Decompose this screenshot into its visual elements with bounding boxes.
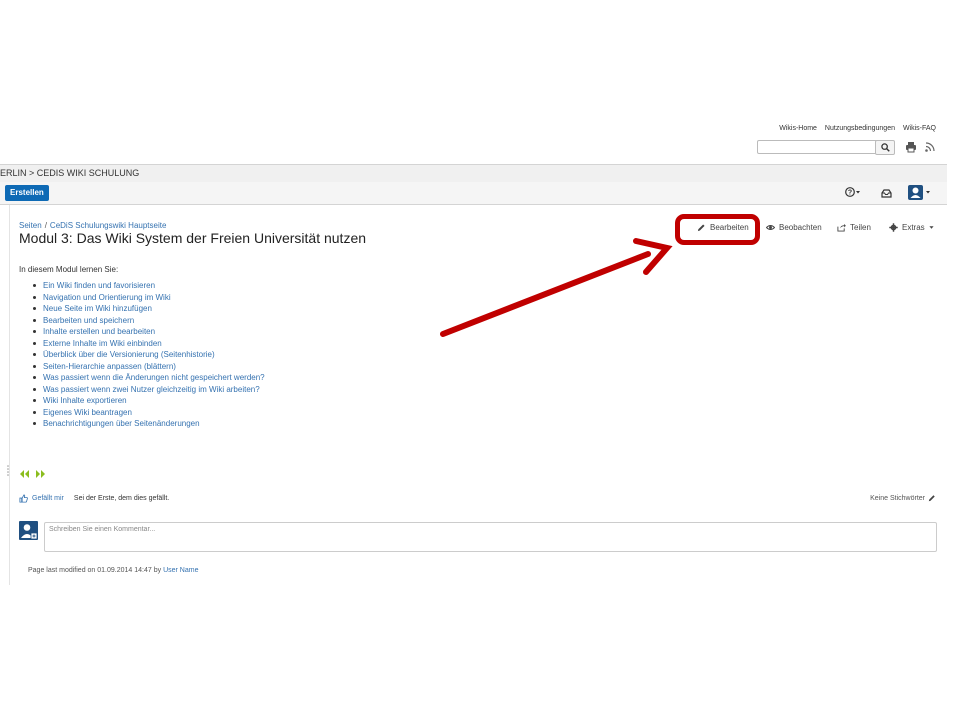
list-item[interactable]: Was passiert wenn zwei Nutzer gleichzeit… — [33, 384, 265, 396]
list-item[interactable]: Wiki Inhalte exportieren — [33, 395, 265, 407]
watch-button[interactable]: Beobachten — [766, 223, 822, 232]
next-page-icon[interactable] — [36, 470, 46, 478]
header-links: Wikis-Home Nutzungsbedingungen Wikis-FAQ — [773, 125, 936, 132]
terms-link[interactable]: Nutzungsbedingungen — [825, 125, 895, 132]
highlight-box — [675, 214, 760, 245]
list-item[interactable]: Was passiert wenn die Änderungen nicht g… — [33, 372, 265, 384]
watch-label: Beobachten — [779, 223, 822, 232]
svg-text:?: ? — [848, 190, 852, 197]
labels-section: Keine Stichwörter — [870, 494, 936, 502]
list-item[interactable]: Neue Seite im Wiki hinzufügen — [33, 303, 265, 315]
tools-menu[interactable]: Extras — [889, 223, 934, 232]
gear-icon — [889, 223, 898, 232]
create-button[interactable]: Erstellen — [5, 185, 49, 201]
comment-avatar-icon — [19, 521, 38, 540]
share-icon — [837, 223, 846, 232]
tools-label: Extras — [902, 223, 925, 232]
page-modified-info: Page last modified on 01.09.2014 14:47 b… — [28, 567, 198, 574]
help-icon: ? — [845, 187, 860, 197]
like-section: Gefällt mir Sei der Erste, dem dies gefä… — [19, 494, 169, 503]
previous-page-icon[interactable] — [19, 470, 29, 478]
search-button[interactable] — [875, 140, 895, 155]
page-actions: Bearbeiten Beobachten Teilen Extras — [0, 223, 960, 235]
comment-input[interactable]: Schreiben Sie einen Kommentar... — [44, 522, 937, 552]
intro-text: In diesem Modul lernen Sie: — [19, 265, 119, 274]
user-menu[interactable] — [908, 185, 932, 201]
search-input[interactable] — [757, 140, 878, 154]
chevron-down-icon — [929, 226, 934, 229]
toolbar — [0, 182, 947, 205]
edit-labels-icon[interactable] — [928, 494, 936, 502]
like-summary: Sei der Erste, dem dies gefällt. — [73, 495, 170, 502]
help-menu[interactable]: ? — [845, 186, 861, 200]
list-item[interactable]: Inhalte erstellen und bearbeiten — [33, 326, 265, 338]
list-item[interactable]: Bearbeiten und speichern — [33, 315, 265, 327]
inbox-icon[interactable] — [881, 188, 892, 199]
share-button[interactable]: Teilen — [837, 223, 871, 232]
list-item[interactable]: Navigation und Orientierung im Wiki — [33, 292, 265, 304]
list-item[interactable]: Seiten-Hierarchie anpassen (blättern) — [33, 361, 265, 373]
like-button[interactable]: Gefällt mir — [32, 495, 64, 502]
module-topic-list: Ein Wiki finden und favorisieren Navigat… — [33, 280, 265, 430]
rss-icon[interactable] — [925, 142, 935, 152]
wikis-faq-link[interactable]: Wikis-FAQ — [903, 125, 936, 132]
eye-icon — [766, 225, 775, 230]
print-icon[interactable] — [905, 141, 917, 153]
list-item[interactable]: Externe Inhalte im Wiki einbinden — [33, 338, 265, 350]
space-breadcrumb[interactable]: ERLIN > CEDIS WIKI SCHULUNG — [0, 168, 139, 178]
modified-text: Page last modified on 01.09.2014 14:47 b… — [28, 567, 162, 574]
space-breadcrumb-bar: ERLIN > CEDIS WIKI SCHULUNG — [0, 164, 947, 183]
list-item[interactable]: Überblick über die Versionierung (Seiten… — [33, 349, 265, 361]
wikis-home-link[interactable]: Wikis-Home — [779, 125, 817, 132]
thumbs-up-icon[interactable] — [19, 494, 28, 503]
share-label: Teilen — [850, 223, 871, 232]
modified-by-user-link[interactable]: User Name — [163, 567, 198, 574]
list-item[interactable]: Ein Wiki finden und favorisieren — [33, 280, 265, 292]
list-item[interactable]: Benachrichtigungen über Seitenänderungen — [33, 418, 265, 430]
search-icon — [880, 143, 890, 152]
user-avatar-icon — [908, 185, 930, 200]
sidebar-drag-handle[interactable] — [7, 464, 9, 478]
page-navigation — [19, 470, 46, 478]
labels-text: Keine Stichwörter — [870, 494, 925, 502]
list-item[interactable]: Eigenes Wiki beantragen — [33, 407, 265, 419]
